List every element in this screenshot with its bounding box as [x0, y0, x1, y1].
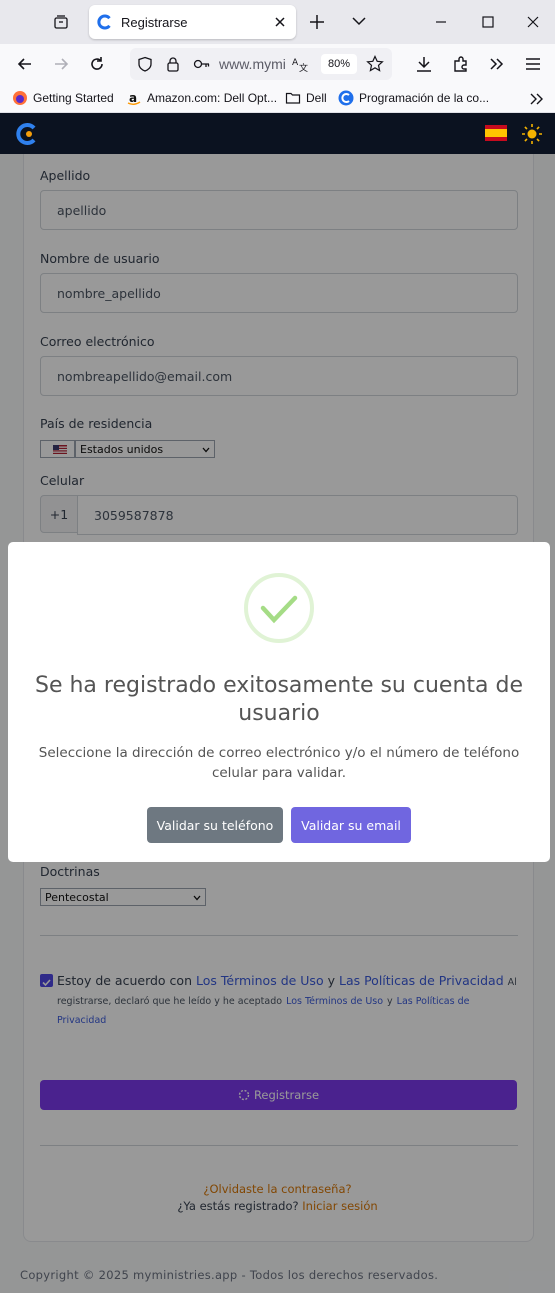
- minimize-icon[interactable]: [432, 13, 450, 31]
- sun-icon[interactable]: [521, 123, 543, 145]
- maximize-icon[interactable]: [479, 13, 497, 31]
- back-icon[interactable]: [15, 54, 35, 74]
- browser-nav-bar: www.mymi A 文 80%: [0, 44, 555, 84]
- star-icon[interactable]: [366, 55, 384, 73]
- bookmarks-bar: Getting Started a Amazon.com: Dell Opt..…: [0, 84, 555, 113]
- app-header: [0, 113, 555, 154]
- checkmark-icon: [260, 595, 298, 624]
- zoom-level[interactable]: 80%: [321, 54, 357, 74]
- more-bookmarks-icon[interactable]: [528, 90, 546, 108]
- browser-tab-bar: Registrarse: [0, 0, 555, 44]
- spain-flag-icon[interactable]: [485, 125, 507, 141]
- bookmark-getting-started[interactable]: Getting Started: [12, 90, 114, 106]
- folder-icon: [285, 92, 301, 104]
- success-dialog: Se ha registrado exitosamente su cuenta …: [8, 542, 550, 862]
- overflow-chevron-icon[interactable]: [487, 54, 507, 74]
- svg-text:a: a: [129, 91, 137, 105]
- new-tab-icon[interactable]: [307, 12, 327, 32]
- firefox-icon: [13, 91, 27, 105]
- dialog-title: Se ha registrado exitosamente su cuenta …: [34, 673, 523, 726]
- download-icon[interactable]: [414, 54, 434, 74]
- lock-icon[interactable]: [165, 56, 181, 72]
- url-text: www.mymi: [219, 56, 285, 72]
- key-icon[interactable]: [193, 56, 211, 72]
- extensions-icon[interactable]: [451, 54, 471, 74]
- validate-phone-button[interactable]: Validar su teléfono: [147, 807, 283, 843]
- bookmark-label: Programación de la co...: [359, 91, 490, 105]
- bookmark-label: Dell: [306, 91, 327, 105]
- menu-icon[interactable]: [523, 54, 543, 74]
- translate-icon[interactable]: A 文: [291, 55, 309, 73]
- success-icon: [244, 573, 314, 643]
- app-logo[interactable]: [16, 122, 40, 146]
- reload-icon[interactable]: [87, 54, 107, 74]
- site-c-icon: [338, 90, 354, 106]
- close-window-icon[interactable]: [524, 13, 542, 31]
- shield-icon[interactable]: [137, 56, 153, 72]
- dialog-message: Seleccione la dirección de correo electr…: [38, 745, 520, 781]
- amazon-icon: a: [127, 91, 141, 105]
- tab-registrarse[interactable]: Registrarse: [89, 5, 296, 39]
- svg-text:文: 文: [299, 62, 308, 73]
- bookmark-label: Getting Started: [33, 91, 114, 105]
- bookmark-dell-folder[interactable]: Dell: [285, 90, 327, 106]
- close-tab-icon[interactable]: [272, 14, 288, 30]
- bookmark-amazon[interactable]: a Amazon.com: Dell Opt...: [126, 90, 277, 106]
- tab-title: Registrarse: [121, 14, 188, 30]
- chevron-down-icon[interactable]: [350, 12, 368, 30]
- tabs-tray-icon: [54, 15, 68, 29]
- bookmark-programacion[interactable]: Programación de la co...: [338, 90, 489, 106]
- bookmark-label: Amazon.com: Dell Opt...: [147, 91, 278, 105]
- url-bar[interactable]: www.mymi A 文 80%: [130, 48, 392, 80]
- site-c-icon: [97, 14, 111, 30]
- forward-icon[interactable]: [51, 54, 71, 74]
- validate-email-button[interactable]: Validar su email: [291, 807, 411, 843]
- tab-list-button[interactable]: [44, 6, 78, 38]
- svg-text:A: A: [292, 58, 299, 68]
